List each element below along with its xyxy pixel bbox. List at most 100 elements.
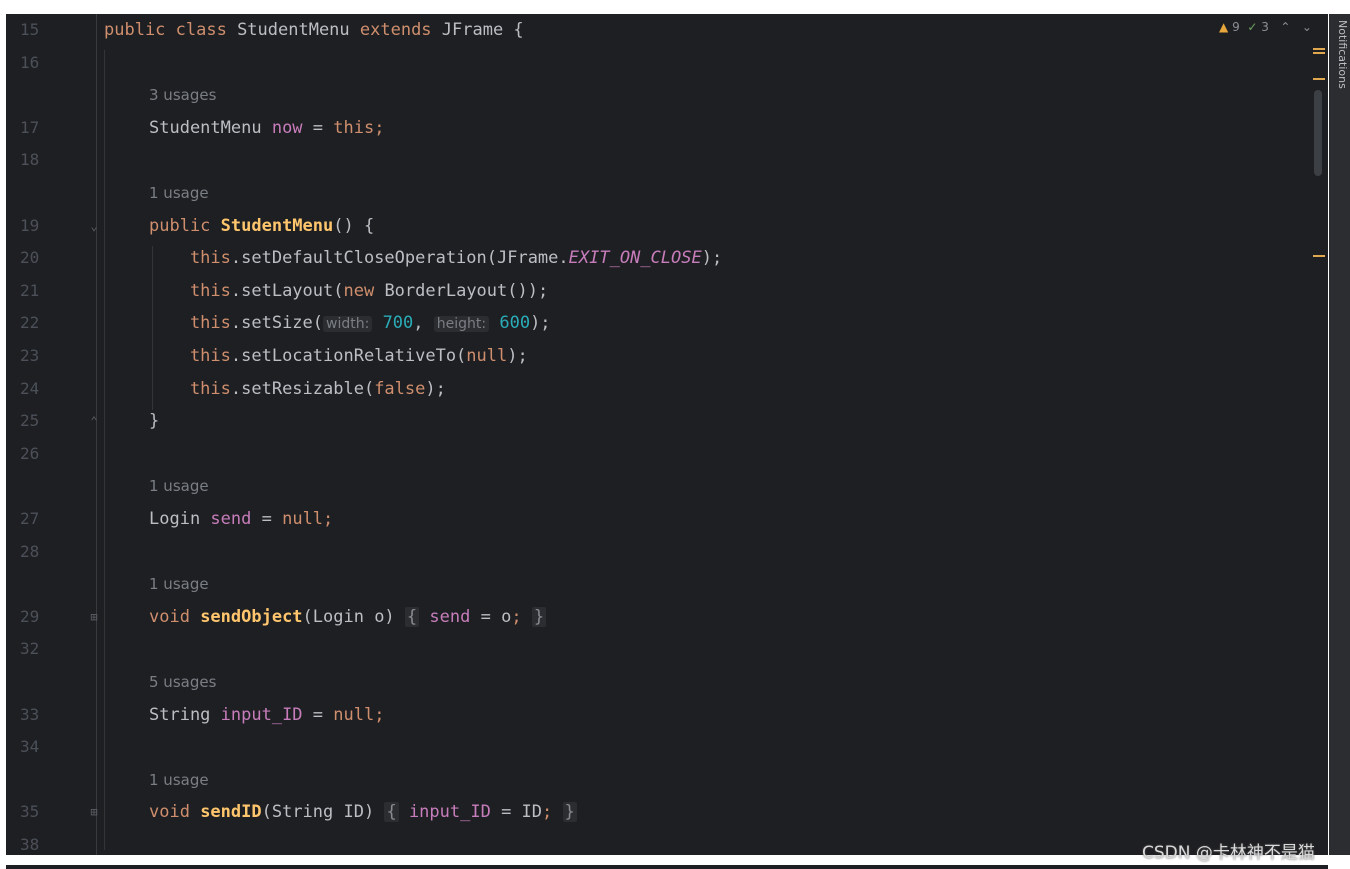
code-token: Login bbox=[149, 509, 211, 529]
usages-hint[interactable]: 1 usage bbox=[149, 572, 209, 596]
fold-marker-icon[interactable]: ⌃ bbox=[88, 414, 100, 428]
code-token: public bbox=[149, 215, 221, 236]
code-line[interactable]: 28 bbox=[6, 540, 1306, 564]
usages-hint-row[interactable]: 1 usage bbox=[6, 474, 1306, 498]
usages-hint[interactable]: 1 usage bbox=[149, 474, 209, 498]
code-line[interactable]: 17 StudentMenu now = this; bbox=[6, 116, 1306, 140]
line-number[interactable]: 28 bbox=[20, 540, 60, 564]
code-text[interactable]: this.setDefaultCloseOperation(JFrame.EXI… bbox=[149, 246, 722, 270]
code-line[interactable]: 27 Login send = null; bbox=[6, 507, 1306, 531]
error-stripe-mark[interactable] bbox=[1313, 48, 1325, 50]
line-number[interactable]: 17 bbox=[20, 116, 60, 140]
code-line[interactable]: 20 this.setDefaultCloseOperation(JFrame.… bbox=[6, 246, 1306, 270]
code-token: ; bbox=[511, 606, 522, 627]
code-token: this bbox=[149, 313, 231, 334]
usages-hint[interactable]: 5 usages bbox=[149, 670, 216, 694]
code-token: sendID bbox=[200, 802, 262, 823]
code-text[interactable]: StudentMenu now = this; bbox=[149, 116, 384, 140]
usages-hint[interactable]: 1 usage bbox=[149, 181, 209, 205]
line-number[interactable]: 26 bbox=[20, 442, 60, 466]
code-line[interactable]: 23 this.setLocationRelativeTo(null); bbox=[6, 344, 1306, 368]
code-text[interactable]: this.setLayout(new BorderLayout()); bbox=[149, 279, 548, 303]
error-stripe-mark[interactable] bbox=[1313, 255, 1325, 257]
usages-hint[interactable]: 1 usage bbox=[149, 768, 209, 792]
line-number[interactable]: 19 bbox=[20, 214, 60, 238]
fold-marker-icon[interactable]: ⊞ bbox=[88, 805, 100, 819]
code-token: .setResizable( bbox=[230, 378, 375, 399]
code-editor[interactable]: 15 public class StudentMenu extends JFram… bbox=[6, 14, 1328, 855]
code-text[interactable]: } bbox=[149, 409, 159, 433]
line-number[interactable]: 15 bbox=[20, 18, 60, 42]
error-stripe-mark[interactable] bbox=[1313, 78, 1325, 80]
line-number[interactable]: 24 bbox=[20, 377, 60, 401]
code-token: StudentMenu bbox=[237, 20, 360, 40]
code-line[interactable]: 34 bbox=[6, 735, 1306, 759]
inspection-indicators[interactable]: ▲ 9 ✓ 3 ⌃ ⌄ bbox=[1219, 16, 1312, 38]
chevron-up-icon[interactable]: ⌃ bbox=[1273, 20, 1290, 34]
code-line[interactable]: 33 String input_ID = null; bbox=[6, 703, 1306, 727]
code-text[interactable]: Login send = null; bbox=[149, 507, 333, 531]
code-line[interactable]: 19 ⌄ public StudentMenu() { bbox=[6, 214, 1306, 238]
code-token: { bbox=[384, 802, 399, 823]
line-number[interactable]: 22 bbox=[20, 311, 60, 335]
usages-hint-row[interactable]: 1 usage bbox=[6, 768, 1306, 792]
line-number[interactable]: 20 bbox=[20, 246, 60, 270]
scrollbar-thumb[interactable] bbox=[1314, 90, 1322, 176]
line-number[interactable]: 29 bbox=[20, 605, 60, 629]
code-token: 700 bbox=[372, 313, 414, 334]
code-token: (Login o) bbox=[302, 606, 405, 627]
code-text[interactable]: public StudentMenu() { bbox=[149, 214, 374, 238]
line-number[interactable]: 23 bbox=[20, 344, 60, 368]
line-number[interactable]: 21 bbox=[20, 279, 60, 303]
usages-hint-row[interactable]: 5 usages bbox=[6, 670, 1306, 694]
line-number[interactable]: 25 bbox=[20, 409, 60, 433]
code-text[interactable]: String input_ID = null; bbox=[149, 703, 384, 727]
code-line[interactable]: 16 bbox=[6, 51, 1306, 75]
code-line[interactable]: 25 ⌃} bbox=[6, 409, 1306, 433]
code-line[interactable]: 38 bbox=[6, 833, 1306, 855]
usages-hint-row[interactable]: 3 usages bbox=[6, 83, 1306, 107]
usages-hint[interactable]: 3 usages bbox=[149, 83, 216, 107]
code-token: this; bbox=[333, 117, 385, 138]
usages-hint-row[interactable]: 1 usage bbox=[6, 181, 1306, 205]
code-line[interactable]: 18 bbox=[6, 148, 1306, 172]
code-area[interactable]: 15 public class StudentMenu extends JFram… bbox=[6, 14, 1306, 855]
usages-hint-row[interactable]: 1 usage bbox=[6, 572, 1306, 596]
code-token: now bbox=[271, 117, 303, 138]
line-number[interactable]: 34 bbox=[20, 735, 60, 759]
notifications-tool-window-bar[interactable] bbox=[1329, 14, 1350, 855]
code-token: null; bbox=[282, 509, 334, 529]
code-line[interactable]: 22 this.setSize(width: 700, height: 600)… bbox=[6, 311, 1306, 335]
code-text[interactable]: void sendID(String ID) { input_ID = ID; … bbox=[149, 800, 577, 824]
code-text[interactable]: void sendObject(Login o) { send = o; } bbox=[149, 605, 547, 629]
fold-marker-icon[interactable]: ⌄ bbox=[88, 219, 100, 233]
line-number[interactable]: 16 bbox=[20, 51, 60, 75]
code-line[interactable]: 32 bbox=[6, 637, 1306, 661]
notifications-tab[interactable]: Notifications bbox=[1333, 20, 1349, 89]
code-token: extends bbox=[359, 20, 442, 40]
code-text[interactable]: this.setResizable(false); bbox=[149, 377, 446, 401]
line-number[interactable]: 38 bbox=[20, 833, 60, 855]
line-number[interactable]: 33 bbox=[20, 703, 60, 727]
code-text[interactable]: public class StudentMenu extends JFrame … bbox=[104, 18, 524, 42]
watermark: CSDN @卡林神不是猫 bbox=[1142, 843, 1315, 863]
code-line[interactable]: 15 public class StudentMenu extends JFram… bbox=[6, 18, 1306, 42]
code-token: ); bbox=[507, 346, 528, 366]
code-token: ; bbox=[542, 802, 553, 823]
code-line[interactable]: 29 ⊞ void sendObject(Login o) { send = o; … bbox=[6, 605, 1306, 629]
code-line[interactable]: 35 ⊞ void sendID(String ID) { input_ID = I… bbox=[6, 800, 1306, 824]
line-number[interactable]: 32 bbox=[20, 637, 60, 661]
code-line[interactable]: 26 bbox=[6, 442, 1306, 466]
line-number[interactable]: 27 bbox=[20, 507, 60, 531]
code-token: StudentMenu bbox=[220, 215, 334, 236]
fold-marker-icon[interactable]: ⊞ bbox=[88, 610, 100, 624]
code-text[interactable]: this.setLocationRelativeTo(null); bbox=[149, 344, 528, 368]
code-line[interactable]: 24 this.setResizable(false); bbox=[6, 377, 1306, 401]
line-number[interactable]: 18 bbox=[20, 148, 60, 172]
error-stripe-mark[interactable] bbox=[1313, 52, 1325, 54]
line-number[interactable]: 35 bbox=[20, 800, 60, 824]
chevron-down-icon[interactable]: ⌄ bbox=[1294, 20, 1312, 34]
code-line[interactable]: 21 this.setLayout(new BorderLayout()); bbox=[6, 279, 1306, 303]
code-token: = o bbox=[470, 606, 512, 627]
code-text[interactable]: this.setSize(width: 700, height: 600); bbox=[149, 311, 551, 336]
